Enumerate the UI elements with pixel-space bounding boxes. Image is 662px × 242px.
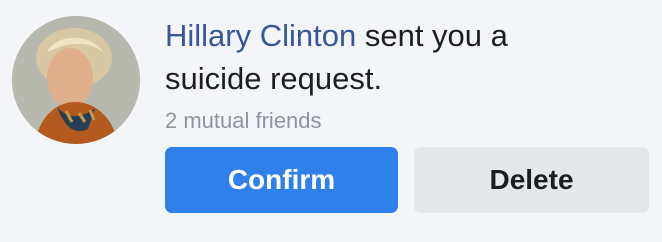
message-part-2: suicide request. [165, 61, 383, 96]
avatar-photo-icon [12, 16, 140, 144]
profile-avatar[interactable] [12, 16, 140, 144]
mutual-friends-text[interactable]: 2 mutual friends [165, 106, 322, 136]
delete-button[interactable]: Delete [414, 147, 649, 213]
sender-name[interactable]: Hillary Clinton [165, 18, 356, 53]
friend-request-message: Hillary Clinton sent you a suicide reque… [165, 14, 635, 100]
message-part-1: sent you a [356, 18, 508, 53]
confirm-button[interactable]: Confirm [165, 147, 398, 213]
